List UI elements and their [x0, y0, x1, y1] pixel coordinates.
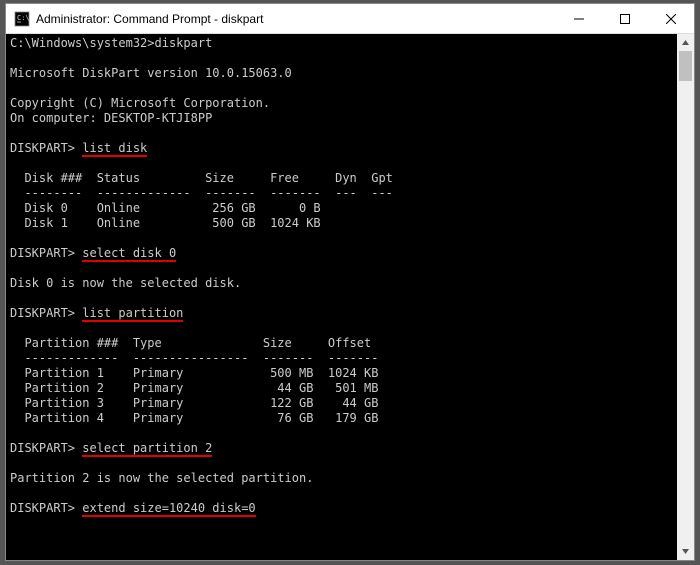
window-controls — [556, 4, 694, 33]
command-prompt-window: C:\ Administrator: Command Prompt - disk… — [5, 3, 695, 561]
blank-line — [10, 51, 17, 65]
command-text: diskpart — [155, 36, 213, 50]
command-list-disk: list disk — [82, 141, 147, 157]
disk-table-header: Disk ### Status Size Free Dyn Gpt — [10, 171, 393, 185]
partition-row: Partition 4 Primary 76 GB 179 GB — [10, 411, 378, 425]
prompt-text: DISKPART> — [10, 441, 82, 455]
blank-line — [10, 81, 17, 95]
terminal-output[interactable]: C:\Windows\system32>diskpart Microsoft D… — [6, 34, 677, 560]
command-extend: extend size=10240 disk=0 — [82, 501, 255, 517]
command-list-partition: list partition — [82, 306, 183, 322]
vertical-scrollbar[interactable] — [677, 34, 694, 560]
app-icon: C:\ — [14, 11, 30, 27]
prompt-text: DISKPART> — [10, 501, 82, 515]
scroll-up-button[interactable] — [677, 34, 694, 51]
computer-text: On computer: DESKTOP-KTJI8PP — [10, 111, 212, 125]
blank-line — [10, 456, 17, 470]
blank-line — [10, 486, 17, 500]
partition-row: Partition 2 Primary 44 GB 501 MB — [10, 381, 378, 395]
scroll-track[interactable] — [677, 51, 694, 543]
partition-table-divider: ------------- ---------------- ------- -… — [10, 351, 378, 365]
result-text: Disk 0 is now the selected disk. — [10, 276, 241, 290]
partition-table-header: Partition ### Type Size Offset — [10, 336, 371, 350]
scroll-down-button[interactable] — [677, 543, 694, 560]
disk-row: Disk 0 Online 256 GB 0 B — [10, 201, 321, 215]
svg-text:C:\: C:\ — [17, 14, 30, 22]
command-select-partition: select partition 2 — [82, 441, 212, 457]
prompt-text: DISKPART> — [10, 246, 82, 260]
blank-line — [10, 426, 17, 440]
blank-line — [10, 126, 17, 140]
copyright-text: Copyright (C) Microsoft Corporation. — [10, 96, 270, 110]
client-area: C:\Windows\system32>diskpart Microsoft D… — [6, 34, 694, 560]
blank-line — [10, 291, 17, 305]
disk-table-divider: -------- ------------- ------- ------- -… — [10, 186, 393, 200]
disk-row: Disk 1 Online 500 GB 1024 KB — [10, 216, 321, 230]
command-select-disk: select disk 0 — [82, 246, 176, 262]
result-text: Partition 2 is now the selected partitio… — [10, 471, 313, 485]
blank-line — [10, 261, 17, 275]
partition-row: Partition 3 Primary 122 GB 44 GB — [10, 396, 378, 410]
prompt-text: C:\Windows\system32> — [10, 36, 155, 50]
version-text: Microsoft DiskPart version 10.0.15063.0 — [10, 66, 292, 80]
blank-line — [10, 321, 17, 335]
window-title: Administrator: Command Prompt - diskpart — [36, 12, 556, 26]
minimize-button[interactable] — [556, 4, 602, 33]
titlebar[interactable]: C:\ Administrator: Command Prompt - disk… — [6, 4, 694, 34]
maximize-button[interactable] — [602, 4, 648, 33]
blank-line — [10, 156, 17, 170]
close-button[interactable] — [648, 4, 694, 33]
blank-line — [10, 231, 17, 245]
prompt-text: DISKPART> — [10, 306, 82, 320]
prompt-text: DISKPART> — [10, 141, 82, 155]
partition-row: Partition 1 Primary 500 MB 1024 KB — [10, 366, 378, 380]
scroll-thumb[interactable] — [679, 51, 692, 81]
